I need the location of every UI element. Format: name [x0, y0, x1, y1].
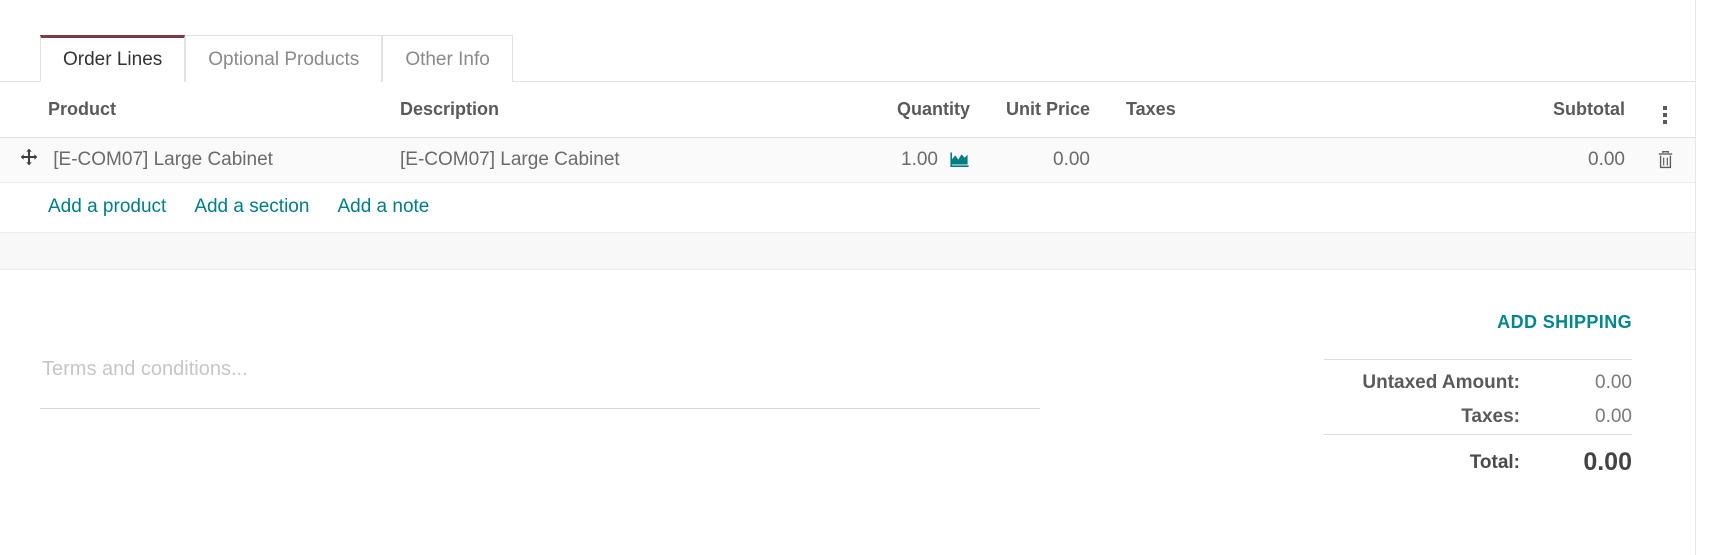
page-content: Order Lines Optional Products Other Info…	[0, 0, 1695, 555]
table-header-row: Product Description Quantity Unit Price …	[0, 82, 1695, 138]
lower-section: ADD SHIPPING Untaxed Amount: 0.00 Taxes:…	[0, 270, 1695, 483]
trash-icon[interactable]	[1656, 150, 1675, 170]
cell-subtotal-text: 0.00	[1588, 149, 1625, 170]
tab-order-lines[interactable]: Order Lines	[40, 35, 186, 82]
totals-row-untaxed: Untaxed Amount: 0.00	[1324, 359, 1632, 400]
tab-optional-products[interactable]: Optional Products	[185, 35, 383, 82]
tab-other-info[interactable]: Other Info	[382, 35, 513, 82]
add-a-product-link[interactable]: Add a product	[48, 196, 166, 218]
cell-subtotal: 0.00	[1430, 137, 1635, 183]
add-a-section-link[interactable]: Add a section	[194, 196, 309, 218]
terms-section	[0, 312, 1050, 409]
area-chart-icon[interactable]	[949, 151, 970, 169]
add-links-row: Add a product Add a section Add a note	[0, 182, 1695, 232]
cell-description[interactable]: [E-COM07] Large Cabinet	[390, 137, 805, 183]
drag-move-icon[interactable]	[20, 148, 38, 172]
table-body: [E-COM07] Large Cabinet [E-COM07] Large …	[0, 137, 1695, 232]
add-links: Add a product Add a section Add a note	[48, 196, 1685, 218]
totals-table: Untaxed Amount: 0.00 Taxes: 0.00 Total: …	[1324, 359, 1632, 483]
add-shipping-wrapper: ADD SHIPPING	[1324, 312, 1632, 359]
column-header-description[interactable]: Description	[390, 82, 805, 138]
terms-and-conditions-input[interactable]	[40, 358, 1040, 409]
column-header-quantity[interactable]: Quantity	[805, 82, 980, 138]
totals-row-taxes: Taxes: 0.00	[1324, 400, 1632, 435]
totals-row-total: Total: 0.00	[1324, 434, 1632, 483]
tab-optional-products-label: Optional Products	[208, 48, 360, 70]
column-header-taxes[interactable]: Taxes	[1100, 82, 1430, 138]
kebab-menu-icon[interactable]	[1663, 106, 1667, 124]
add-shipping-button[interactable]: ADD SHIPPING	[1497, 312, 1632, 332]
vertical-scrollbar[interactable]	[1695, 0, 1709, 555]
cell-delete	[1635, 137, 1695, 183]
cell-product[interactable]: [E-COM07] Large Cabinet	[0, 137, 390, 183]
cell-unit-price[interactable]: 0.00	[980, 137, 1100, 183]
cell-quantity-text: 1.00	[901, 149, 938, 170]
kebab-dot	[1663, 120, 1667, 124]
total-value: 0.00	[1546, 434, 1632, 483]
add-a-note-link[interactable]: Add a note	[337, 196, 429, 218]
column-header-subtotal[interactable]: Subtotal	[1430, 82, 1635, 138]
kebab-dot	[1663, 106, 1667, 110]
column-header-unit-price[interactable]: Unit Price	[980, 82, 1100, 138]
order-lines-page: Order Lines Optional Products Other Info…	[0, 0, 1709, 555]
add-links-cell: Add a product Add a section Add a note	[0, 182, 1695, 232]
section-divider-band	[0, 232, 1695, 270]
table-row[interactable]: [E-COM07] Large Cabinet [E-COM07] Large …	[0, 137, 1695, 183]
cell-taxes[interactable]	[1100, 137, 1430, 183]
kebab-dot	[1663, 113, 1667, 117]
taxes-value: 0.00	[1595, 406, 1632, 427]
tab-bar: Order Lines Optional Products Other Info	[0, 34, 1695, 82]
cell-product-text: [E-COM07] Large Cabinet	[53, 149, 273, 171]
total-label: Total:	[1324, 434, 1546, 483]
order-lines-table: Product Description Quantity Unit Price …	[0, 82, 1695, 232]
column-options-header	[1635, 82, 1695, 138]
tab-order-lines-label: Order Lines	[63, 49, 163, 70]
table-header: Product Description Quantity Unit Price …	[0, 82, 1695, 138]
cell-unit-price-text: 0.00	[1053, 149, 1090, 170]
untaxed-amount-label: Untaxed Amount:	[1324, 359, 1546, 400]
cell-quantity[interactable]: 1.00	[805, 137, 980, 183]
tab-other-info-label: Other Info	[405, 48, 490, 70]
quantity-wrapper: 1.00	[901, 149, 970, 171]
cell-description-text: [E-COM07] Large Cabinet	[400, 149, 620, 170]
column-header-product[interactable]: Product	[0, 82, 390, 138]
taxes-label: Taxes:	[1461, 406, 1520, 427]
totals-section: ADD SHIPPING Untaxed Amount: 0.00 Taxes:…	[1324, 312, 1632, 483]
untaxed-amount-value: 0.00	[1546, 359, 1632, 400]
